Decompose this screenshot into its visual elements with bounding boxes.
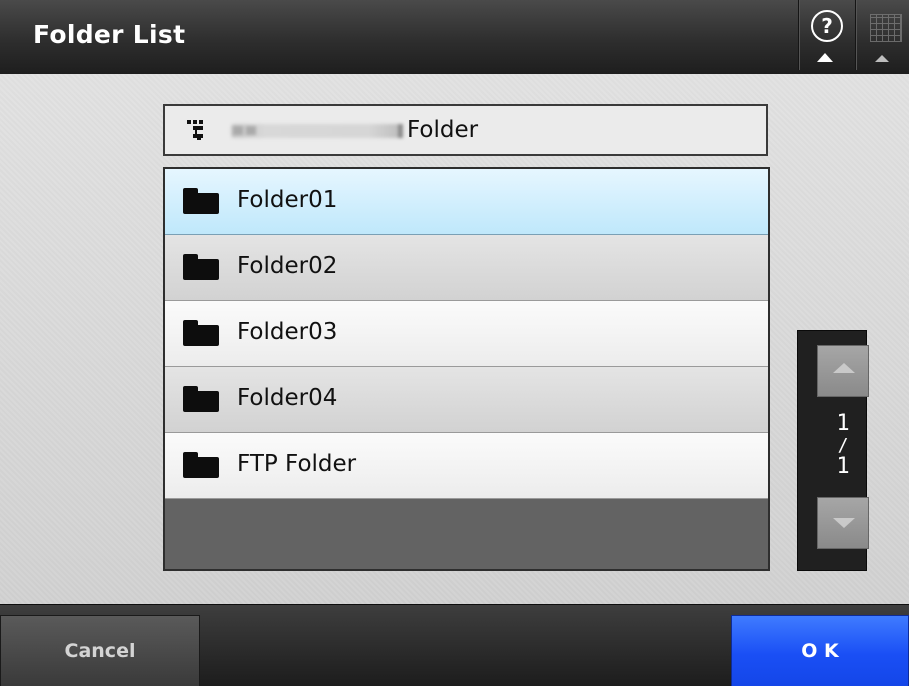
- keyboard-button[interactable]: [855, 0, 909, 70]
- folder-list-item[interactable]: Folder02: [165, 235, 768, 301]
- current-path-bar: Folder: [163, 104, 768, 156]
- title-bar: Folder List ?: [0, 0, 909, 75]
- folder-list-item[interactable]: Folder01: [165, 169, 768, 235]
- folder-label: Folder02: [237, 253, 338, 279]
- page-title: Folder List: [33, 20, 186, 49]
- current-page: 1: [836, 411, 850, 436]
- page-up-button[interactable]: [817, 345, 869, 397]
- folder-icon: [183, 452, 219, 478]
- help-button[interactable]: ?: [798, 0, 856, 70]
- ok-button[interactable]: O K: [731, 615, 909, 686]
- folder-icon: [183, 320, 219, 346]
- cancel-button[interactable]: Cancel: [0, 615, 200, 686]
- page-down-button[interactable]: [817, 497, 869, 549]
- folder-list-screen: Folder List ? Folder Folder01 Folder02 F…: [0, 0, 909, 686]
- keyboard-icon: [870, 14, 902, 42]
- chevron-down-icon: [833, 518, 855, 528]
- folder-list-item[interactable]: Folder03: [165, 301, 768, 367]
- triangle-up-icon: [817, 53, 833, 62]
- folder-label: Folder04: [237, 385, 338, 411]
- folder-list-item[interactable]: FTP Folder: [165, 433, 768, 499]
- folder-list: Folder01 Folder02 Folder03 Folder04 FTP …: [163, 167, 770, 571]
- network-tree-icon: [187, 120, 205, 140]
- folder-icon: [183, 386, 219, 412]
- folder-label: Folder01: [237, 187, 338, 213]
- folder-icon: [183, 188, 219, 214]
- redacted-path-segment: [231, 124, 403, 138]
- folder-list-item[interactable]: Folder04: [165, 367, 768, 433]
- folder-label: FTP Folder: [237, 451, 357, 477]
- folder-icon: [183, 254, 219, 280]
- folder-label: Folder03: [237, 319, 338, 345]
- total-pages: 1: [836, 454, 850, 479]
- triangle-up-icon: [875, 55, 889, 62]
- page-scroller: 1 / 1: [797, 330, 869, 571]
- path-folder-name: Folder: [407, 117, 479, 143]
- chevron-up-icon: [833, 363, 855, 373]
- question-circle-icon: ?: [811, 10, 843, 42]
- main-content: Folder Folder01 Folder02 Folder03 Folder…: [0, 74, 909, 604]
- bottom-bar: Cancel O K: [0, 604, 909, 686]
